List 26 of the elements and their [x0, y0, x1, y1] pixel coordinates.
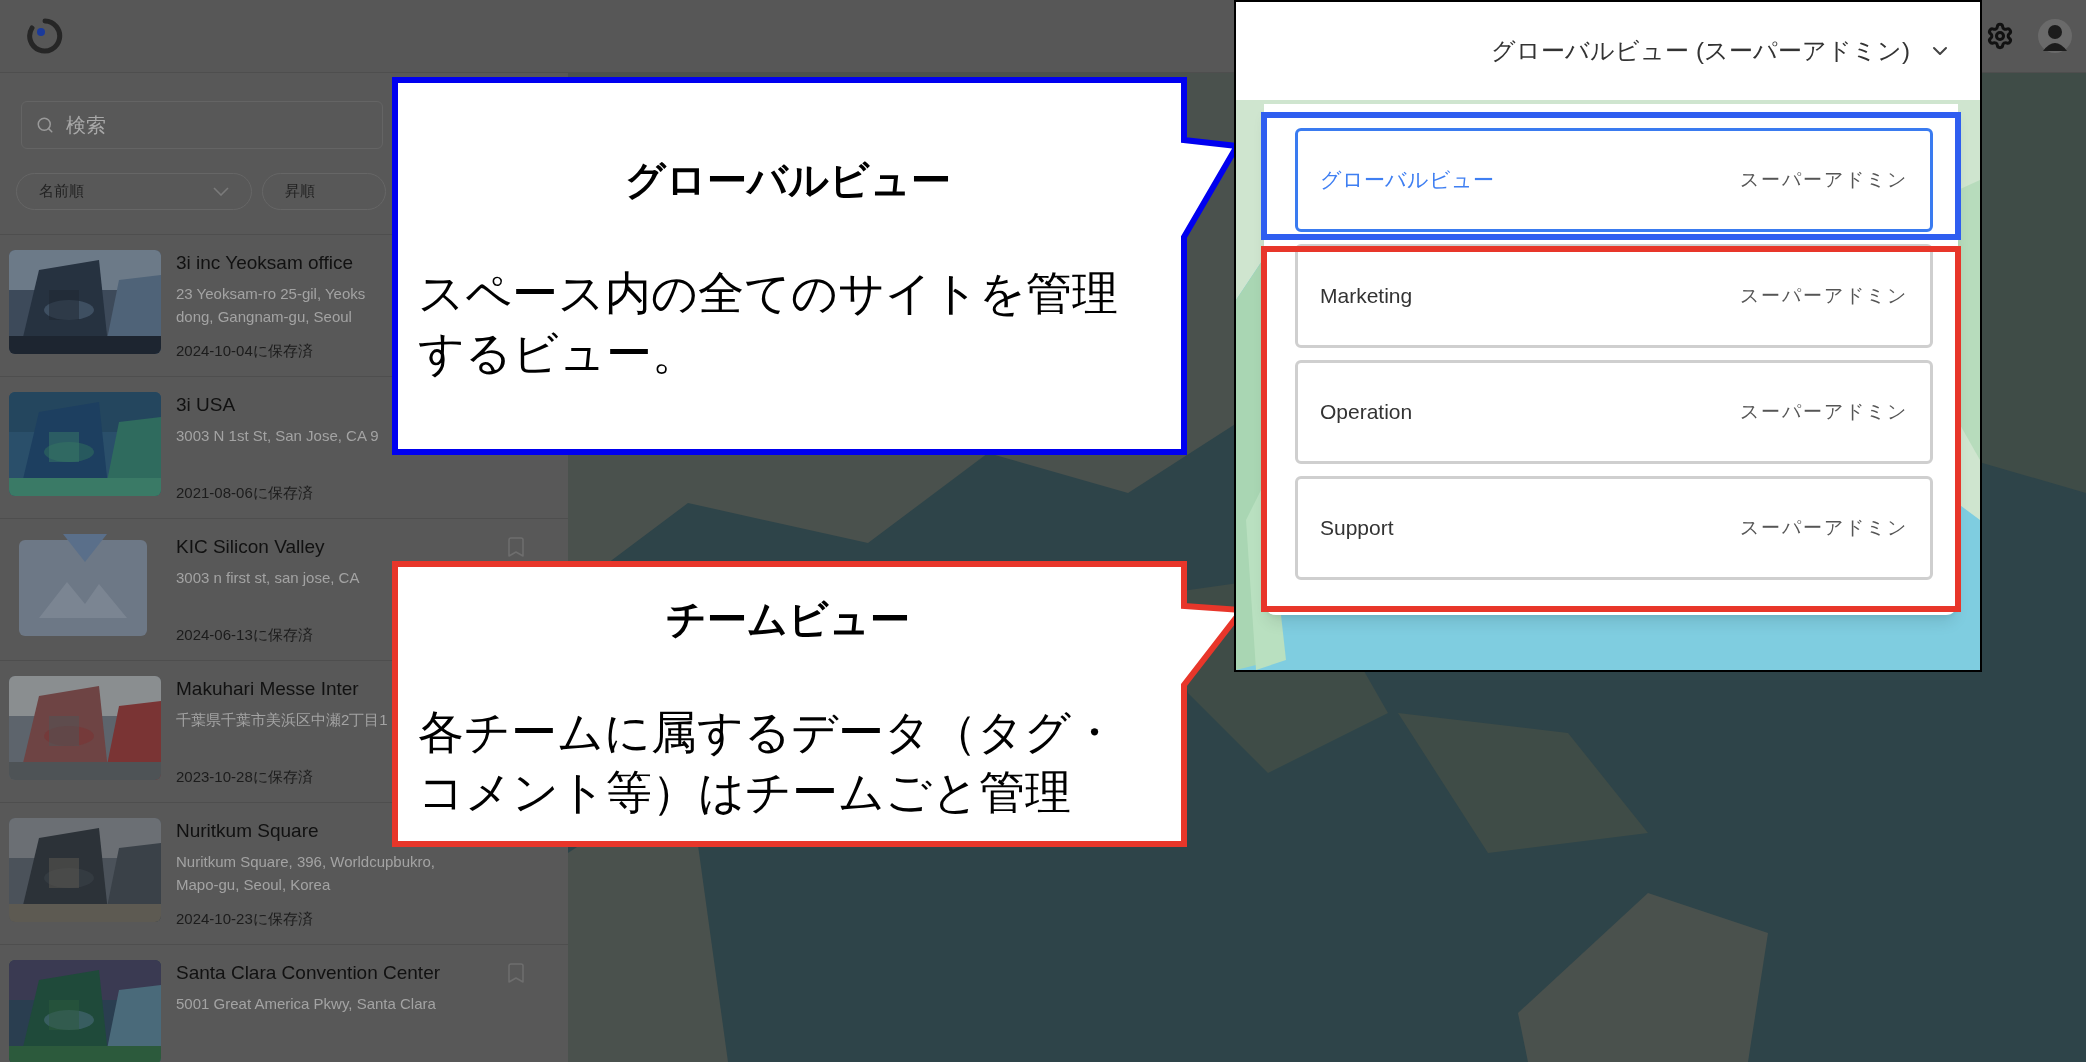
- saved-date: 2024-10-04に保存済: [176, 340, 313, 361]
- site-title[interactable]: Santa Clara Convention Center: [176, 960, 441, 986]
- chevron-icon: [213, 187, 229, 196]
- site-address: 千葉県千葉市美浜区中瀬2丁目1: [176, 710, 388, 730]
- search-field[interactable]: 検索: [21, 101, 383, 149]
- view-selector[interactable]: グローバルビュー (スーパーアドミン): [1491, 33, 1952, 69]
- site-address: dong, Gangnam-gu, Seoul: [176, 307, 352, 327]
- site-title[interactable]: Makuhari Messe Inter: [176, 676, 359, 702]
- saved-date: 2024-10-23に保存済: [176, 908, 313, 929]
- site-title[interactable]: KIC Silicon Valley: [176, 534, 325, 560]
- site-address: 5001 Great America Pkwy, Santa Clara: [176, 994, 436, 1014]
- site-title[interactable]: 3i inc Yeoksam office: [176, 250, 354, 276]
- site-address: Nuritkum Square, 396, Worldcupbukro,: [176, 852, 435, 872]
- saved-date: 2021-08-06に保存済: [176, 482, 313, 503]
- site-address: 23 Yeoksam-ro 25-gil, Yeoks: [176, 284, 366, 304]
- site-address: 3003 N 1st St, San Jose, CA 9: [176, 426, 379, 446]
- logo-icon: [26, 17, 64, 55]
- search-icon: [36, 116, 54, 134]
- site-title[interactable]: 3i USA: [176, 392, 236, 418]
- settings-icon[interactable]: [1986, 22, 2014, 50]
- saved-date: 2023-10-28に保存済: [176, 766, 313, 787]
- saved-date: 2024-06-13に保存済: [176, 624, 313, 645]
- site-address: 3003 n first st, san jose, CA: [176, 568, 360, 588]
- site-title[interactable]: Nuritkum Square: [176, 818, 319, 844]
- site-address: Mapo-gu, Seoul, Korea: [176, 875, 331, 895]
- avatar-icon[interactable]: [2038, 19, 2072, 53]
